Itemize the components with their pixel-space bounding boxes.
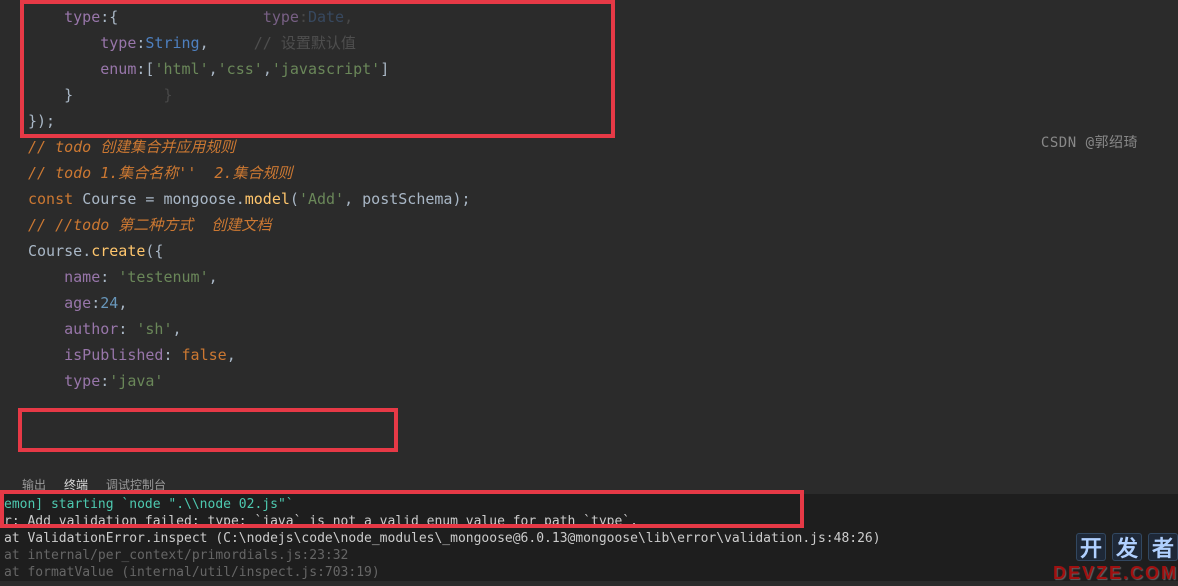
code-line: enum:['html','css','javascript'] (28, 56, 1178, 82)
logo-url: DEVZE.COM (1053, 563, 1178, 584)
code-comment: // //todo 第二种方式 创建文档 (28, 212, 1178, 238)
terminal-line: at ValidationError.inspect (C:\nodejs\co… (4, 530, 1174, 547)
code-line: } } (28, 82, 1178, 108)
logo-char: 者 (1148, 533, 1178, 561)
code-line: type:'java' (28, 368, 1178, 394)
code-line: isPublished: false, (28, 342, 1178, 368)
code-comment: // todo 1.集合名称'' 2.集合规则 (28, 160, 1178, 186)
logo-char: 发 (1112, 533, 1142, 561)
code-editor[interactable]: type:{ type:Date, type:String, // 设置默认值 … (0, 0, 1178, 394)
code-line: age:24, (28, 290, 1178, 316)
code-comment: // todo 创建集合并应用规则 (28, 134, 1178, 160)
code-line: name: 'testenum', (28, 264, 1178, 290)
logo-char: 开 (1076, 533, 1106, 561)
terminal-line: emon] starting `node ".\\node 02.js"` (4, 496, 1174, 513)
highlight-box-type-value (18, 408, 398, 452)
site-logo: 开 发 者 DEVZE.COM (1053, 533, 1178, 584)
code-line: author: 'sh', (28, 316, 1178, 342)
code-line: const Course = mongoose.model('Add', pos… (28, 186, 1178, 212)
code-line: Course.create({ (28, 238, 1178, 264)
watermark: CSDN @郭绍琦 (1041, 132, 1138, 152)
code-line: }); (28, 108, 1178, 134)
code-line: type:{ type:Date, (28, 4, 1178, 30)
code-line: type:String, // 设置默认值 (28, 30, 1178, 56)
terminal-line: at internal/per_context/primordials.js:2… (4, 547, 1174, 564)
terminal-output[interactable]: emon] starting `node ".\\node 02.js"` r:… (0, 494, 1178, 581)
terminal-line: at formatValue (internal/util/inspect.js… (4, 564, 1174, 581)
terminal-line-error: r: Add validation failed: type: `java` i… (4, 513, 1174, 530)
